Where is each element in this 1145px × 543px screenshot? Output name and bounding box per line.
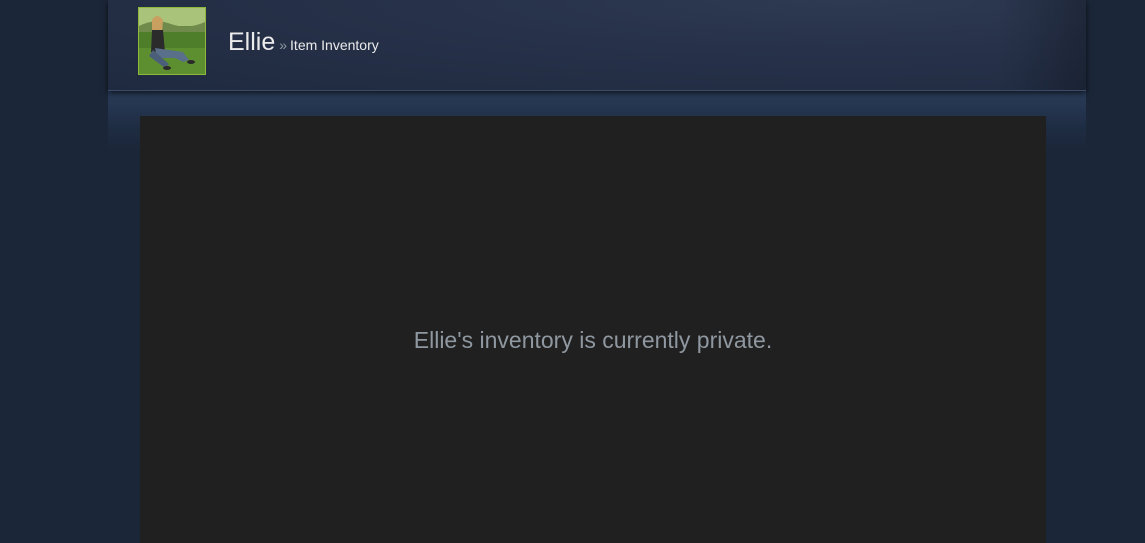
private-inventory-message: Ellie's inventory is currently private. [413,327,773,353]
avatar-photo [139,8,205,74]
section-title: Item Inventory [290,37,379,53]
profile-title: Ellie» Item Inventory [228,28,379,57]
breadcrumb-separator: » [279,37,288,53]
profile-header: Ellie» Item Inventory [108,0,1086,91]
avatar[interactable] [138,7,206,75]
persona-name-link[interactable]: Ellie [228,28,275,56]
page: Ellie» Item Inventory Ellie's inventory i… [0,0,1145,543]
header-shade [996,0,1086,90]
inventory-panel: Ellie's inventory is currently private. [140,116,1046,543]
